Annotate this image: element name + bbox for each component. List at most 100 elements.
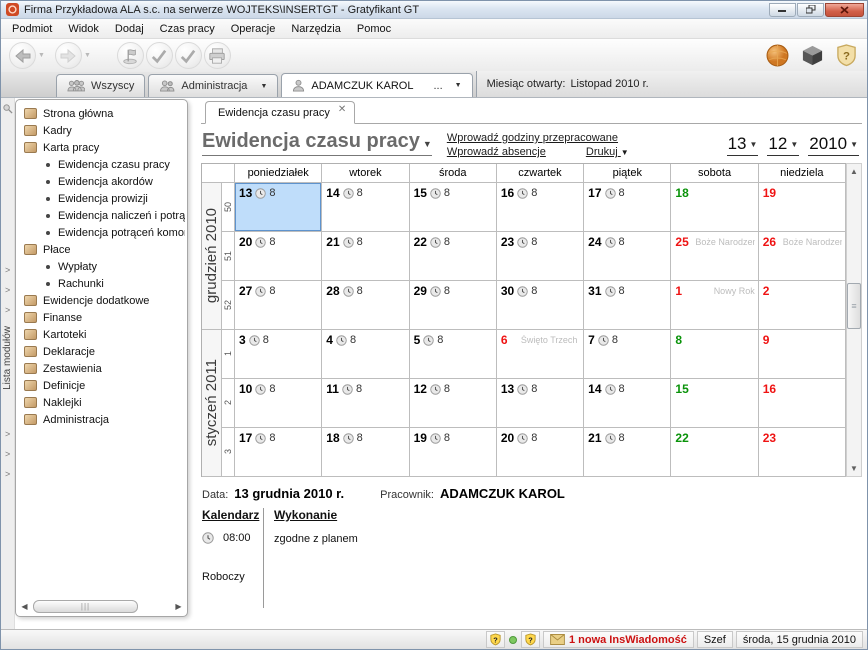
pin-icon[interactable] <box>2 103 13 117</box>
tab-group-dropdown-caret[interactable]: ▼ <box>260 83 267 90</box>
scroll-down-icon[interactable]: ▼ <box>847 461 861 476</box>
sidebar-horizontal-scrollbar[interactable]: ◀ ||| ▶ <box>18 598 185 614</box>
globe-icon[interactable] <box>766 44 789 67</box>
check-absence-button[interactable] <box>175 42 202 69</box>
scroll-left-icon[interactable]: ◀ <box>18 602 31 611</box>
calendar-day-19[interactable]: 19 <box>759 183 846 232</box>
menu-item-operacje[interactable]: Operacje <box>223 20 284 38</box>
page-title[interactable]: Ewidencja czasu pracy▼ <box>202 131 432 156</box>
calendar-day-16[interactable]: 168 <box>497 183 584 232</box>
tab-all-employees[interactable]: Wszyscy <box>56 74 145 97</box>
scroll-thumb[interactable]: ≡ <box>847 283 861 329</box>
back-button[interactable] <box>9 42 36 69</box>
calendar-day-25[interactable]: 25Boże Narodzeni... <box>671 232 758 281</box>
calendar-day-5[interactable]: 58 <box>410 330 497 379</box>
calendar-day-21[interactable]: 218 <box>584 428 671 477</box>
link-print[interactable]: Drukuj ▼ <box>586 146 629 158</box>
print-dropdown-caret[interactable]: ▼ <box>621 148 629 157</box>
print-button[interactable] <box>204 42 231 69</box>
sidebar-item-finanse[interactable]: Finanse <box>21 309 185 326</box>
sidebar-item-strona-główna[interactable]: Strona główna <box>21 105 185 122</box>
calendar-day-3[interactable]: 38 <box>235 330 322 379</box>
sidebar-item-karta-pracy[interactable]: Karta pracy <box>21 139 185 156</box>
menu-item-widok[interactable]: Widok <box>60 20 107 38</box>
tab-employee-adamczuk[interactable]: ADAMCZUK KAROL ... ▼ <box>281 73 472 97</box>
collapsed-chevron-icon[interactable]: > <box>5 430 10 439</box>
scroll-track[interactable]: ||| <box>31 600 172 613</box>
calendar-day-10[interactable]: 108 <box>235 379 322 428</box>
minimize-button[interactable] <box>769 3 796 17</box>
title-dropdown-caret[interactable]: ▼ <box>423 139 432 149</box>
date-picker-day[interactable]: 13▼ <box>727 134 759 156</box>
calendar-day-20[interactable]: 208 <box>497 428 584 477</box>
menu-item-dodaj[interactable]: Dodaj <box>107 20 152 38</box>
scroll-track[interactable]: ≡ <box>847 179 861 461</box>
user-segment[interactable]: Szef <box>697 631 733 648</box>
calendar-day-29[interactable]: 298 <box>410 281 497 330</box>
calendar-day-28[interactable]: 288 <box>322 281 409 330</box>
calendar-day-14[interactable]: 148 <box>584 379 671 428</box>
calendar-day-23[interactable]: 23 <box>759 428 846 477</box>
calendar-day-18[interactable]: 188 <box>322 428 409 477</box>
close-tab-icon[interactable]: ✕ <box>338 104 346 115</box>
sidebar-item-ewidencja-akordów[interactable]: Ewidencja akordów <box>21 173 185 190</box>
day-dropdown-caret[interactable]: ▼ <box>749 140 757 149</box>
sidebar-item-naklejki[interactable]: Naklejki <box>21 394 185 411</box>
tab-ewidencja-czasu-pracy[interactable]: Ewidencja czasu pracy ✕ <box>205 101 355 124</box>
tab-employee-more[interactable]: ... <box>433 80 442 92</box>
collapsed-chevron-icon[interactable]: > <box>5 470 10 479</box>
tab-group-administracja[interactable]: Administracja ▼ <box>148 74 278 97</box>
calendar-day-17[interactable]: 178 <box>235 428 322 477</box>
calendar-day-11[interactable]: 118 <box>322 379 409 428</box>
calendar-day-14[interactable]: 148 <box>322 183 409 232</box>
calendar-day-13[interactable]: 138 <box>497 379 584 428</box>
calendar-day-20[interactable]: 208 <box>235 232 322 281</box>
restore-button[interactable] <box>797 3 824 17</box>
calendar-day-18[interactable]: 18 <box>671 183 758 232</box>
menu-item-narzędzia[interactable]: Narzędzia <box>283 20 349 38</box>
calendar-day-8[interactable]: 8 <box>671 330 758 379</box>
link-enter-absences[interactable]: Wprowadź absencje <box>447 146 546 158</box>
collapsed-chevron-icon[interactable]: > <box>5 450 10 459</box>
sidebar-item-ewidencje-dodatkowe[interactable]: Ewidencje dodatkowe <box>21 292 185 309</box>
calendar-day-19[interactable]: 198 <box>410 428 497 477</box>
sidebar-item-zestawienia[interactable]: Zestawienia <box>21 360 185 377</box>
calendar-day-9[interactable]: 9 <box>759 330 846 379</box>
tab-employee-dropdown-caret[interactable]: ▼ <box>455 82 462 89</box>
messages-segment[interactable]: 1 nowa InsWiadomość <box>543 631 694 648</box>
scroll-thumb[interactable]: ||| <box>33 600 138 613</box>
sidebar-item-definicje[interactable]: Definicje <box>21 377 185 394</box>
back-dropdown-caret[interactable]: ▼ <box>38 52 45 59</box>
calendar-day-15[interactable]: 158 <box>410 183 497 232</box>
close-button[interactable] <box>825 3 864 17</box>
menu-item-pomoc[interactable]: Pomoc <box>349 20 399 38</box>
calendar-day-26[interactable]: 26Boże Narodzen... <box>759 232 846 281</box>
calendar-day-16[interactable]: 16 <box>759 379 846 428</box>
collapsed-chevron-icon[interactable]: > <box>5 266 10 275</box>
help-indicator[interactable]: ? <box>486 631 505 648</box>
calendar-day-1[interactable]: 1Nowy Rok <box>671 281 758 330</box>
calendar-day-24[interactable]: 248 <box>584 232 671 281</box>
menu-item-czas-pracy[interactable]: Czas pracy <box>152 20 223 38</box>
year-dropdown-caret[interactable]: ▼ <box>850 140 858 149</box>
menu-item-podmiot[interactable]: Podmiot <box>4 20 60 38</box>
sidebar-item-administracja[interactable]: Administracja <box>21 411 185 428</box>
date-picker-month[interactable]: 12▼ <box>767 134 799 156</box>
calendar-day-12[interactable]: 128 <box>410 379 497 428</box>
calendar-day-13[interactable]: 138 <box>235 183 322 232</box>
sidebar-item-płace[interactable]: Płace <box>21 241 185 258</box>
calendar-day-21[interactable]: 218 <box>322 232 409 281</box>
collapsed-chevron-icon[interactable]: > <box>5 286 10 295</box>
sidebar-item-ewidencja-potrąceń-komorniczych[interactable]: Ewidencja potrąceń komorniczych <box>21 224 185 241</box>
check-hours-button[interactable] <box>146 42 173 69</box>
calendar-day-23[interactable]: 238 <box>497 232 584 281</box>
month-dropdown-caret[interactable]: ▼ <box>790 140 798 149</box>
calendar-day-22[interactable]: 22 <box>671 428 758 477</box>
calendar-day-31[interactable]: 318 <box>584 281 671 330</box>
link-enter-worked-hours[interactable]: Wprowadź godziny przepracowane <box>447 132 629 144</box>
calendar-day-27[interactable]: 278 <box>235 281 322 330</box>
help-shield-icon[interactable]: ? <box>836 44 857 67</box>
calendar-day-15[interactable]: 15 <box>671 379 758 428</box>
sidebar-item-ewidencja-prowizji[interactable]: Ewidencja prowizji <box>21 190 185 207</box>
sidebar-item-ewidencja-czasu-pracy[interactable]: Ewidencja czasu pracy <box>21 156 185 173</box>
